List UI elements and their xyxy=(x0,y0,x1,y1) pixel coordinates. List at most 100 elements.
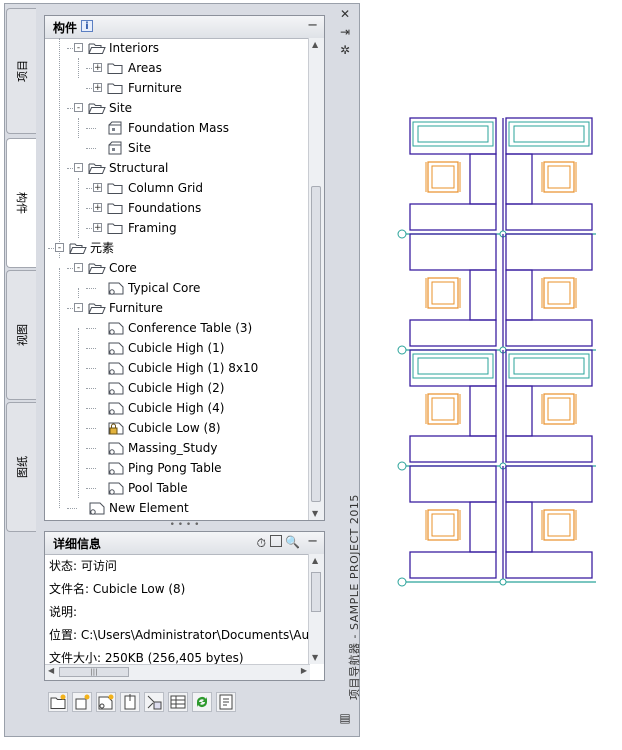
graph-button[interactable] xyxy=(216,692,236,712)
element-icon xyxy=(88,501,106,518)
collapse-icon[interactable]: - xyxy=(74,43,83,53)
palette-vertical-title: 项目导航器 - SAMPLE PROJECT 2015 xyxy=(348,494,361,700)
detail-location: 位置: C:\Users\Administrator\Documents\Aut xyxy=(49,628,310,642)
detail-filesize: 文件大小: 250KB (256,405 bytes) xyxy=(49,651,244,664)
details-collapse-button[interactable]: − xyxy=(307,534,318,549)
table-button[interactable] xyxy=(168,692,188,712)
tree-item-label: Core xyxy=(109,261,137,275)
repath-icon xyxy=(145,693,163,714)
expand-icon[interactable]: + xyxy=(93,183,102,193)
palette-menu-icon[interactable]: ▤ xyxy=(339,712,351,724)
new-construct-button[interactable] xyxy=(72,692,92,712)
tree-item-site-construct[interactable]: Site xyxy=(45,138,310,158)
navigator-toolbar xyxy=(44,688,325,718)
tree-item-furniture-folder[interactable]: + Furniture xyxy=(45,78,310,98)
expand-icon[interactable]: + xyxy=(93,63,102,73)
collapse-icon[interactable]: - xyxy=(74,263,83,273)
cubicle-partition xyxy=(505,501,533,553)
detail-description: 说明: xyxy=(49,605,78,619)
tree-item-cubicle-high-4[interactable]: Cubicle High (4) xyxy=(45,398,310,418)
preview-icon[interactable]: ⏱ xyxy=(257,536,266,551)
details-vscrollbar[interactable]: ▲ ▼ xyxy=(308,554,324,664)
tree-connector xyxy=(86,448,96,449)
tab-views[interactable]: 视图 xyxy=(6,270,36,400)
tree-item-cubicle-high-1-8x10[interactable]: Cubicle High (1) 8x10 xyxy=(45,358,310,378)
tree-item-new-element[interactable]: New Element xyxy=(45,498,310,518)
details-body: 状态: 可访问 文件名: Cubicle Low (8) 说明: 位置: C:\… xyxy=(45,554,310,664)
expand-icon[interactable]: + xyxy=(93,203,102,213)
tree-item-typical-core[interactable]: Typical Core xyxy=(45,278,310,298)
cubicle-panel xyxy=(505,319,593,347)
connector-node xyxy=(397,229,407,239)
tree-connector xyxy=(86,128,96,129)
tree-item-cubicle-high-2[interactable]: Cubicle High (2) xyxy=(45,378,310,398)
collapse-icon[interactable]: - xyxy=(55,243,64,253)
zoom-preview-icon[interactable]: 🔍 xyxy=(285,535,300,549)
tree-item-conference-table[interactable]: Conference Table (3) xyxy=(45,318,310,338)
tree-item-label: Interiors xyxy=(109,41,160,55)
components-collapse-button[interactable]: − xyxy=(307,18,318,33)
cubicle-panel xyxy=(409,435,497,463)
panel-splitter[interactable]: • • • • xyxy=(44,521,325,531)
expand-icon[interactable]: + xyxy=(93,83,102,93)
info-icon[interactable]: i xyxy=(81,20,93,32)
tab-views-label: 视图 xyxy=(15,324,29,346)
tree-item-label: Pool Table xyxy=(128,481,188,495)
refresh-button[interactable] xyxy=(192,692,212,712)
new-element-button[interactable] xyxy=(96,692,116,712)
repath-button[interactable] xyxy=(144,692,164,712)
tree-item-label: Areas xyxy=(128,61,162,75)
tree-item-furniture-elements[interactable]: - Furniture xyxy=(45,298,310,318)
teal-fixture-inner xyxy=(513,357,585,375)
connector-node xyxy=(397,461,407,471)
detail-filename: 文件名: Cubicle Low (8) xyxy=(49,582,186,596)
details-title: 详细信息 xyxy=(53,537,102,551)
tree-item-foundation-mass[interactable]: Foundation Mass xyxy=(45,118,310,138)
new-element-icon xyxy=(97,693,115,714)
collapse-icon[interactable]: - xyxy=(74,303,83,313)
tree-item-massing-study[interactable]: Massing_Study xyxy=(45,438,310,458)
components-scroll-thumb[interactable] xyxy=(311,186,321,502)
details-hscrollbar[interactable]: ◀ ||| ▶ xyxy=(45,664,310,680)
tree-connector xyxy=(67,508,77,509)
expand-icon[interactable]: + xyxy=(93,223,102,233)
close-icon[interactable]: ✕ xyxy=(339,8,351,20)
chair-seat xyxy=(547,281,571,305)
tab-sheets[interactable]: 图纸 xyxy=(6,402,36,532)
tree-item-foundations[interactable]: + Foundations xyxy=(45,198,310,218)
autohide-icon[interactable]: ⇥ xyxy=(339,26,351,38)
tree-item-pool-table[interactable]: Pool Table xyxy=(45,478,310,498)
tree-item-core-folder[interactable]: - Core xyxy=(45,258,310,278)
chair-seat xyxy=(547,397,571,421)
properties-icon[interactable]: ✲ xyxy=(339,44,351,56)
tree-item-column-grid[interactable]: + Column Grid xyxy=(45,178,310,198)
tree-item-label: Site xyxy=(109,101,133,115)
chair-seat xyxy=(547,165,571,189)
tree-item-cubicle-high-1[interactable]: Cubicle High (1) xyxy=(45,338,310,358)
tree-item-label: Typical Core xyxy=(128,281,201,295)
components-title: 构件 xyxy=(53,21,78,35)
tree-item-interiors[interactable]: - Interiors xyxy=(45,38,310,58)
components-vscrollbar[interactable]: ▲ ▼ xyxy=(308,38,324,520)
new-category-button[interactable] xyxy=(48,692,68,712)
cubicle-partition xyxy=(469,269,497,321)
tree-item-cubicle-low-8[interactable]: Cubicle Low (8) xyxy=(45,418,310,438)
tree-item-elements-root[interactable]: - 元素 xyxy=(45,238,310,258)
cubicle-panel xyxy=(409,233,497,271)
teal-fixture-inner xyxy=(417,125,489,143)
tree-item-ping-pong-table[interactable]: Ping Pong Table xyxy=(45,458,310,478)
tab-constructs[interactable]: 构件 xyxy=(6,138,36,268)
tab-project[interactable]: 项目 xyxy=(6,8,36,134)
tree-item-label: Cubicle High (2) xyxy=(128,381,225,395)
tree-item-site-folder[interactable]: - Site xyxy=(45,98,310,118)
tree-item-label: Conference Table (3) xyxy=(128,321,253,335)
image-view-icon[interactable] xyxy=(270,535,282,547)
tree-item-framing[interactable]: + Framing xyxy=(45,218,310,238)
cubicle-panel xyxy=(409,117,497,155)
attach-button[interactable] xyxy=(120,692,140,712)
collapse-icon[interactable]: - xyxy=(74,163,83,173)
collapse-icon[interactable]: - xyxy=(74,103,83,113)
tree-item-areas[interactable]: + Areas xyxy=(45,58,310,78)
chair-seat xyxy=(431,397,455,421)
tree-item-structural[interactable]: - Structural xyxy=(45,158,310,178)
